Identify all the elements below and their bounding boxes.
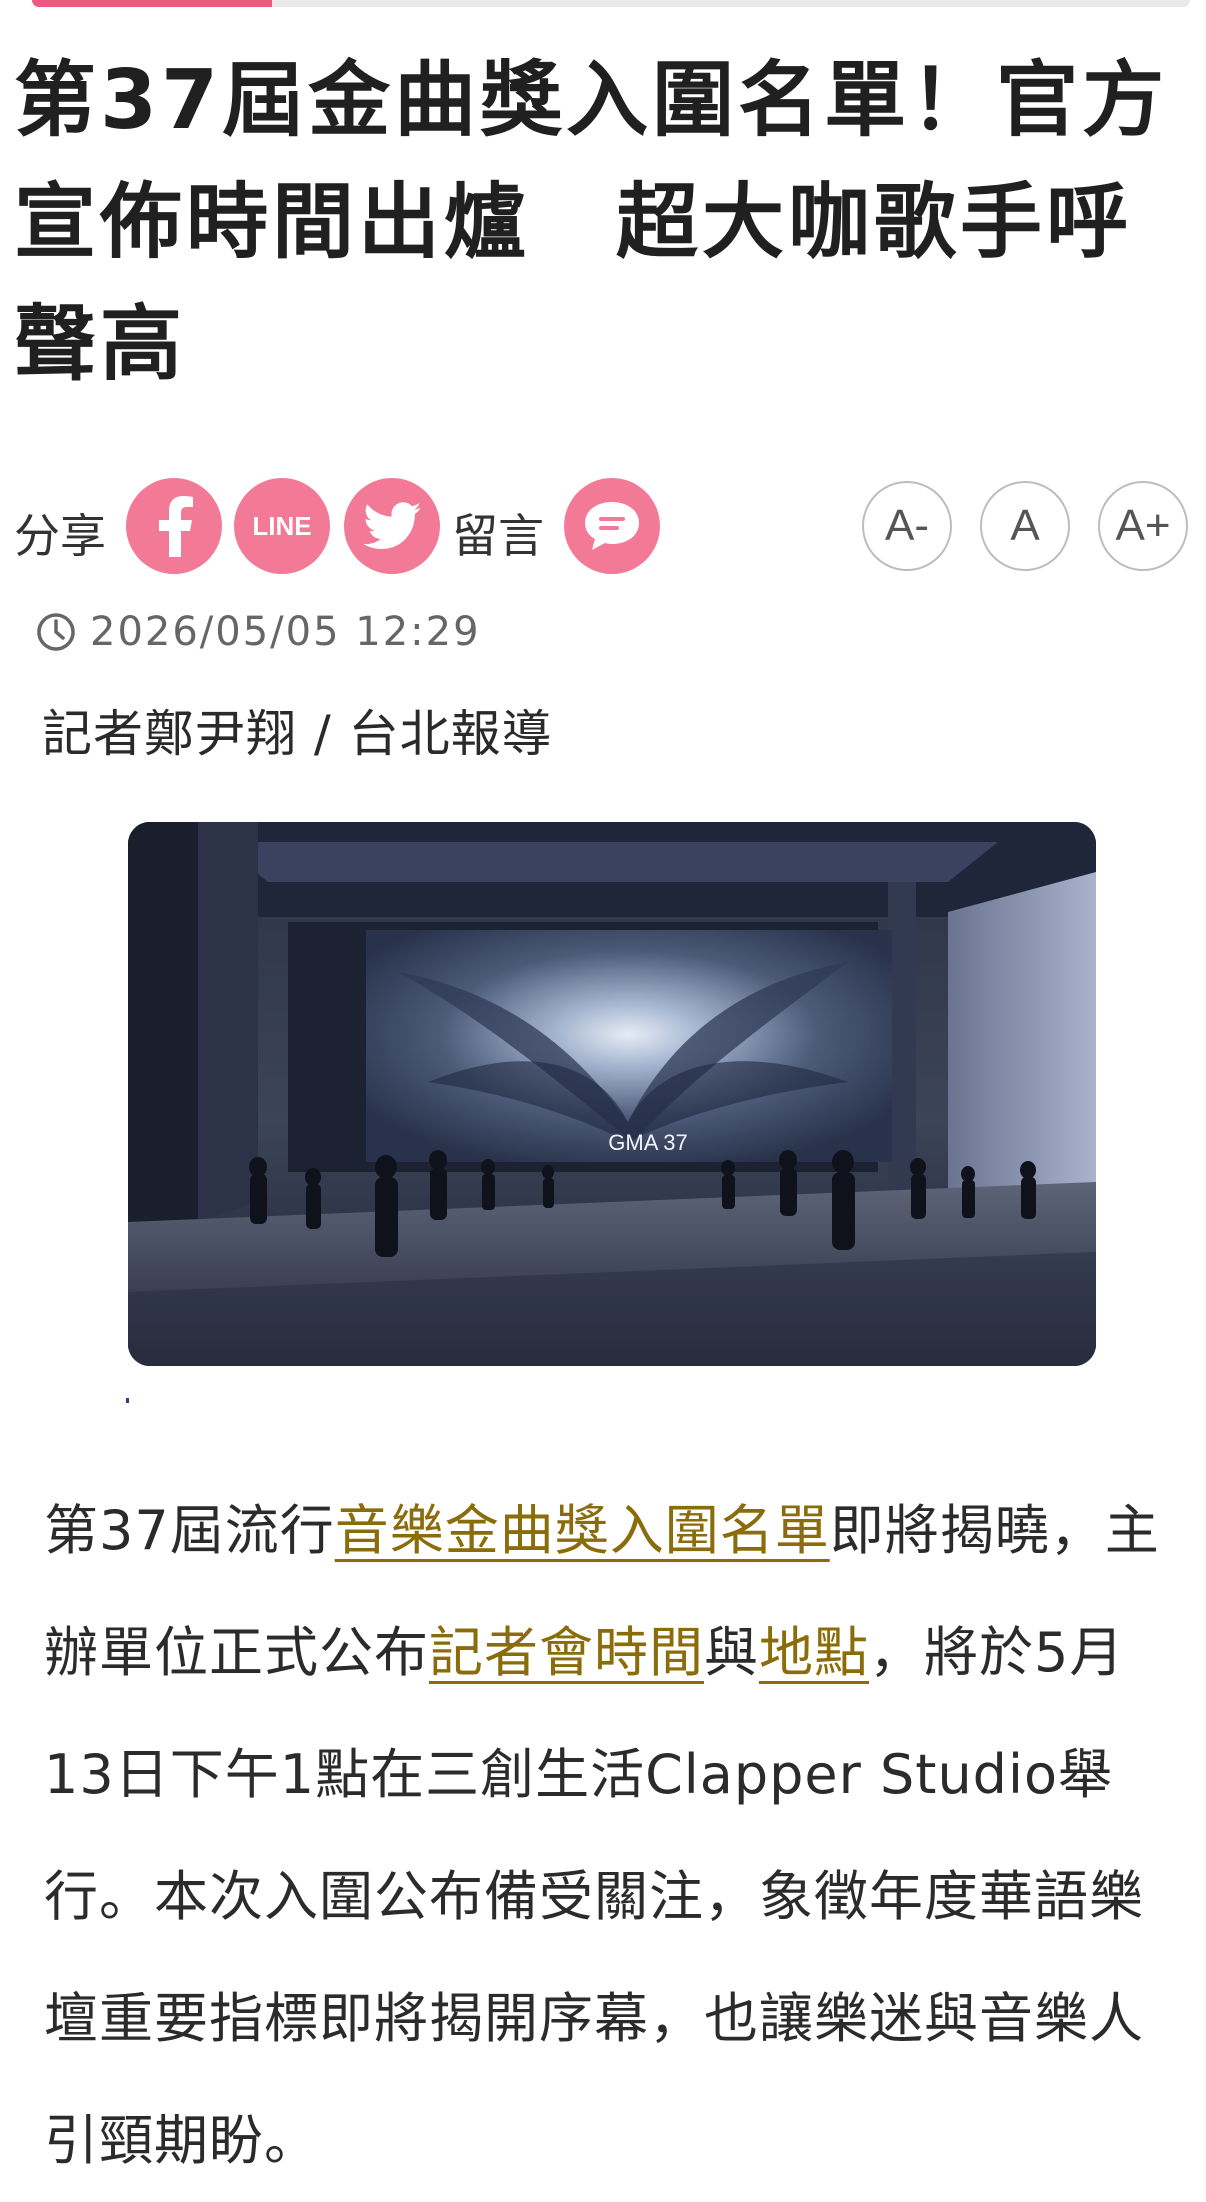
article-title: 第37屆金曲獎入圍名單！官方宣佈時間出爐 超大咖歌手呼聲高: [14, 53, 1169, 392]
link-press-conference-time[interactable]: 記者會時間: [429, 1621, 704, 1684]
body-text-segment: 第37屆流行: [44, 1499, 335, 1562]
top-progress-strip: [32, 0, 1190, 7]
image-caption-marker: [126, 1398, 129, 1403]
facebook-icon: [159, 496, 193, 557]
share-toolbar: 分享 LINE 留言 A- A A+: [14, 478, 1194, 578]
twitter-share-button[interactable]: [344, 478, 440, 574]
comment-button[interactable]: [564, 478, 660, 574]
facebook-share-button[interactable]: [126, 478, 222, 574]
top-strip-accent: [32, 0, 272, 7]
link-location[interactable]: 地點: [759, 1621, 869, 1684]
publish-time: 2026/05/05 12:29: [36, 604, 481, 660]
font-size-larger-button[interactable]: A+: [1098, 481, 1188, 571]
font-size-normal-button[interactable]: A: [980, 481, 1070, 571]
hero-image[interactable]: GMA 37: [128, 822, 1096, 1366]
link-award-nominees[interactable]: 音樂金曲獎入圍名單: [335, 1499, 830, 1562]
body-text-segment: ，將於5月13日下午1點在三創生活Clapper Studio舉行。本次入圍公布…: [44, 1621, 1144, 2172]
line-label: LINE: [252, 510, 312, 541]
body-text-segment: 與: [704, 1621, 759, 1684]
line-share-button[interactable]: LINE: [234, 478, 330, 574]
screen-logo-text: GMA 37: [608, 1130, 687, 1155]
byline: 記者鄭尹翔 / 台北報導: [42, 705, 553, 763]
twitter-icon: [363, 502, 421, 550]
clock-icon: [37, 613, 75, 651]
share-label: 分享: [14, 509, 106, 563]
concert-hall-photo: GMA 37: [128, 822, 1096, 1366]
font-size-smaller-button[interactable]: A-: [862, 481, 952, 571]
comment-bubble-icon: [585, 502, 639, 550]
publish-datetime: 2026/05/05 12:29: [90, 609, 481, 655]
comment-label: 留言: [452, 509, 544, 563]
article-body-paragraph: 第37屆流行音樂金曲獎入圍名單即將揭曉，主辦單位正式公布記者會時間與地點，將於5…: [44, 1470, 1184, 2202]
